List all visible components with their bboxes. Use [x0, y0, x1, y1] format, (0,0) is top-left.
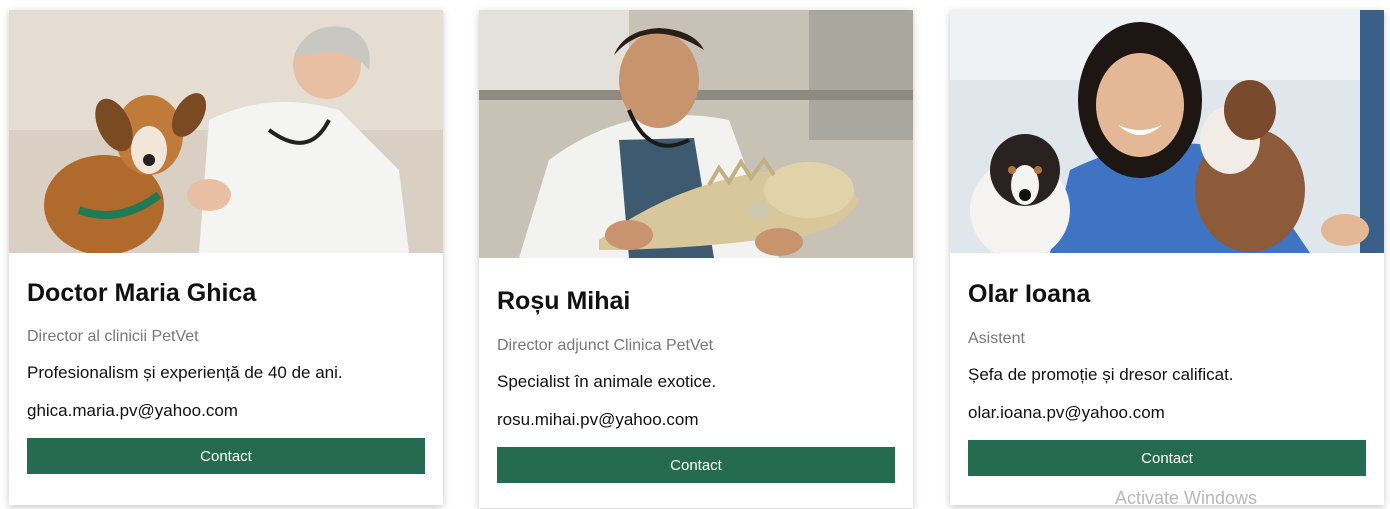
member-role: Director adjunct Clinica PetVet	[497, 337, 714, 354]
member-email: rosu.mihai.pv@yahoo.com	[497, 410, 699, 429]
member-description: Profesionalism și experiență de 40 de an…	[27, 363, 343, 382]
member-role: Asistent	[968, 330, 1025, 347]
member-email: ghica.maria.pv@yahoo.com	[27, 401, 238, 420]
member-name: Olar Ioana	[968, 280, 1091, 308]
member-description: Șefa de promoție și dresor calificat.	[968, 365, 1234, 384]
member-name: Roșu Mihai	[497, 287, 631, 315]
vet-with-puppies-photo	[950, 10, 1384, 253]
team-card-maria-ghica: Doctor Maria Ghica Director al clinicii …	[9, 10, 443, 505]
vet-with-iguana-photo	[479, 10, 913, 258]
team-card-olar-ioana: Olar Ioana Asistent Șefa de promoție și …	[950, 10, 1384, 505]
contact-button[interactable]: Contact	[968, 440, 1366, 476]
contact-button[interactable]: Contact	[497, 447, 895, 483]
member-email: olar.ioana.pv@yahoo.com	[968, 403, 1165, 422]
member-name: Doctor Maria Ghica	[27, 279, 257, 307]
vet-with-dog-photo	[9, 10, 443, 253]
activate-windows-watermark: Activate Windows	[1115, 488, 1258, 508]
member-description: Specialist în animale exotice.	[497, 372, 717, 391]
contact-button[interactable]: Contact	[27, 438, 425, 474]
member-role: Director al clinicii PetVet	[27, 328, 199, 345]
team-card-rosu-mihai: Roșu Mihai Director adjunct Clinica PetV…	[479, 10, 913, 508]
